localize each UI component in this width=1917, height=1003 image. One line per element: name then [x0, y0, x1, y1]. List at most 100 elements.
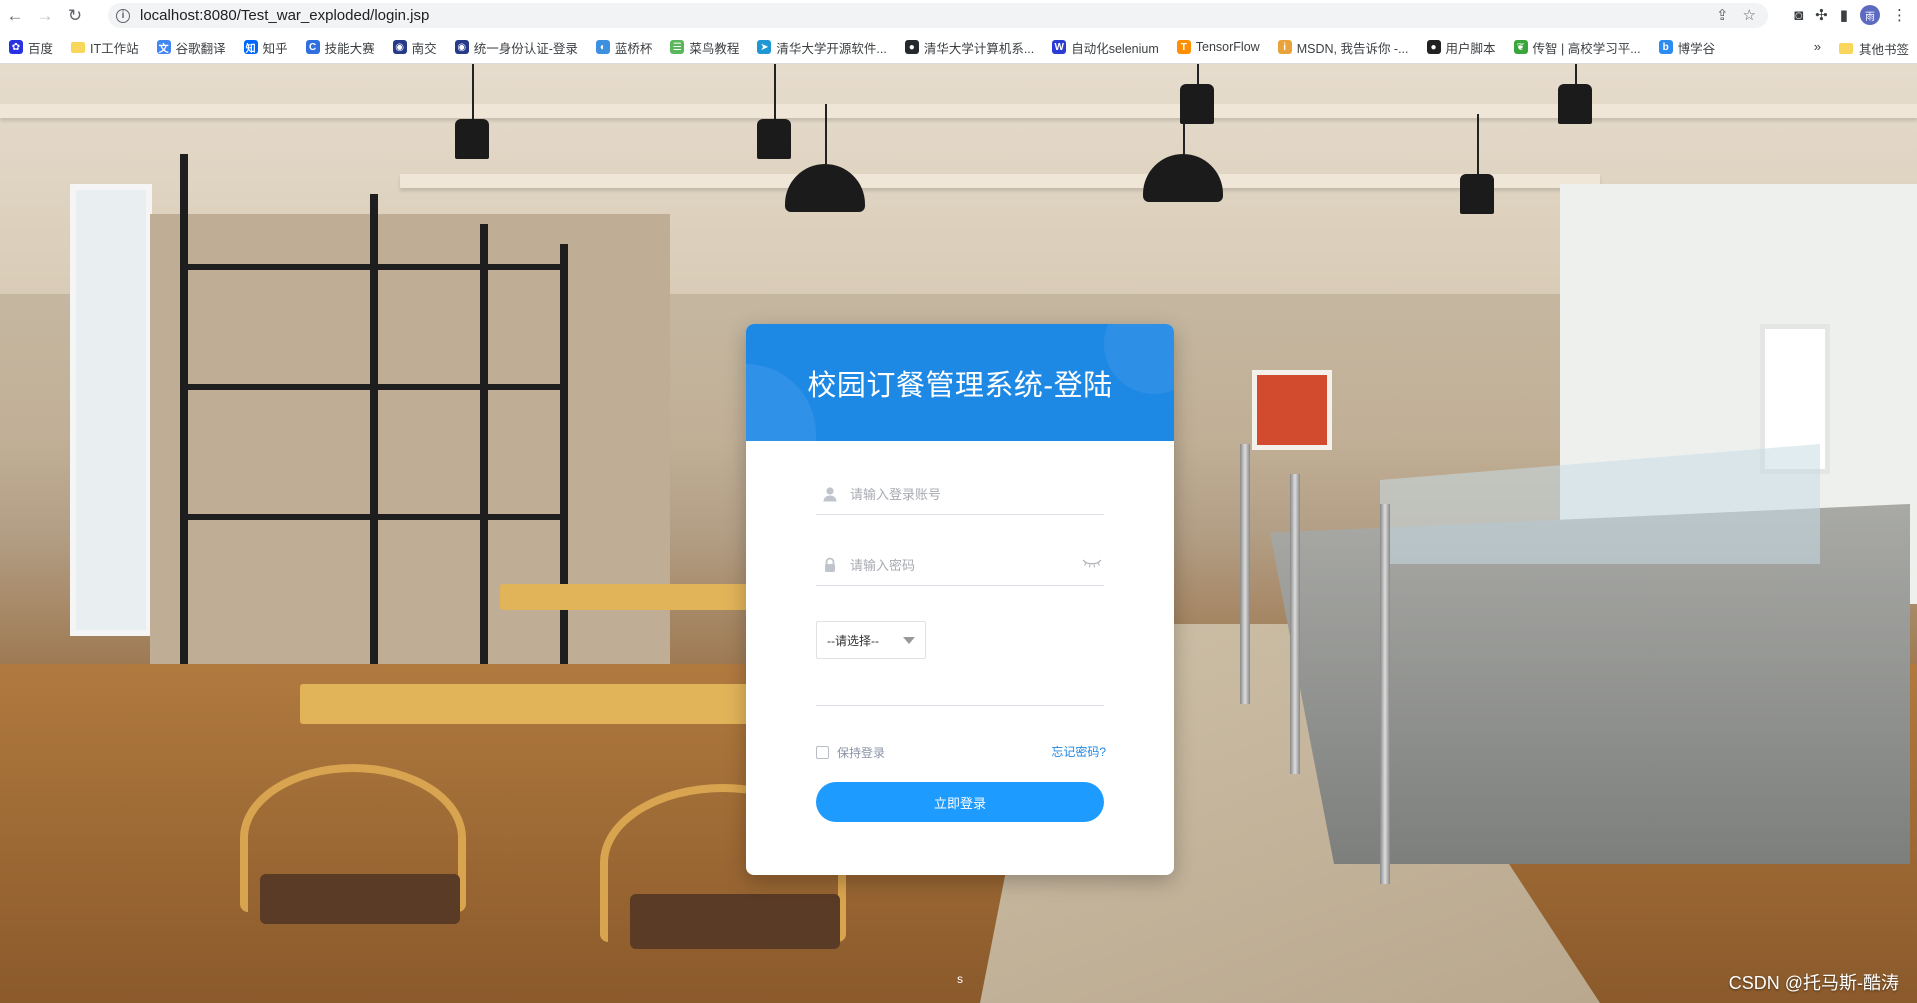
- shelf-row: [180, 264, 560, 270]
- background-lamp: [1460, 114, 1494, 214]
- lanqiao-icon: ◐: [595, 40, 610, 54]
- folder-icon: [71, 41, 86, 53]
- account-input[interactable]: [848, 485, 1072, 503]
- background-pole: [1240, 444, 1250, 704]
- menu-dots-icon[interactable]: ⋮: [1892, 6, 1907, 24]
- skill-icon: C: [305, 40, 320, 54]
- bookmark-item[interactable]: ✿ 百度: [0, 38, 62, 57]
- url-text[interactable]: localhost:8080/Test_war_exploded/login.j…: [140, 7, 429, 24]
- password-input[interactable]: [848, 556, 1072, 574]
- login-button[interactable]: 立即登录: [816, 782, 1104, 822]
- background-lamp: [455, 64, 489, 159]
- bookmark-item[interactable]: ◉ 统一身份认证-登录: [446, 38, 587, 57]
- bookmark-item[interactable]: IT工作站: [62, 38, 148, 57]
- eye-closed-icon[interactable]: [1082, 557, 1102, 573]
- w-icon: W: [1052, 40, 1067, 54]
- paw-icon: ✿: [9, 40, 23, 54]
- puzzle-icon[interactable]: ✣: [1815, 6, 1828, 24]
- runoob-icon: ☰: [670, 40, 685, 54]
- remember-checkbox[interactable]: [816, 746, 829, 759]
- extension-glasses-icon[interactable]: ◙: [1794, 7, 1803, 24]
- remember-label: 保持登录: [837, 746, 886, 760]
- account-field[interactable]: [816, 474, 1104, 515]
- bookmark-item[interactable]: ● 用户脚本: [1418, 38, 1505, 57]
- forgot-password-link[interactable]: 忘记密码?: [1051, 743, 1106, 760]
- background-wall-picture: [1252, 370, 1332, 450]
- star-icon[interactable]: ☆: [1743, 6, 1756, 24]
- login-card: 校园订餐管理系统-登陆 --请选择-- 保持登录 忘记密码?: [746, 324, 1174, 875]
- chevron-down-icon: [903, 637, 915, 644]
- address-bar[interactable]: i localhost:8080/Test_war_exploded/login…: [108, 3, 1768, 28]
- bookmark-item[interactable]: T TensorFlow: [1168, 40, 1269, 54]
- boxuegu-icon: b: [1658, 40, 1673, 54]
- zhihu-icon: 知: [243, 40, 258, 55]
- bookmark-label: 技能大赛: [324, 41, 375, 56]
- bookmark-item[interactable]: 文谷歌翻译: [148, 38, 235, 57]
- background-table: [300, 684, 760, 724]
- bookmark-item[interactable]: ➤ 清华大学开源软件...: [748, 38, 895, 57]
- bookmark-label: 自动化selenium: [1071, 41, 1159, 56]
- bookmark-item[interactable]: ● 清华大学计算机系...: [896, 38, 1043, 57]
- bookmark-item[interactable]: 知知乎: [235, 38, 297, 57]
- reload-icon[interactable]: ↻: [60, 0, 90, 31]
- login-card-header: 校园订餐管理系统-登陆: [746, 324, 1174, 441]
- site-info-icon[interactable]: i: [116, 8, 130, 23]
- other-bookmarks[interactable]: 其他书签: [1838, 39, 1909, 58]
- bookmark-label: TensorFlow: [1195, 40, 1260, 54]
- background-lamp: [1558, 64, 1592, 124]
- bookmark-item[interactable]: ☰ 菜鸟教程: [661, 38, 748, 57]
- address-bar-actions: ⇪ ☆: [1716, 6, 1756, 24]
- bookmark-label: MSDN, 我告诉你 -...: [1296, 41, 1409, 56]
- remember-me[interactable]: 保持登录: [816, 744, 885, 761]
- watermark: CSDN @托马斯-酷涛: [1728, 973, 1899, 993]
- role-select[interactable]: --请选择--: [816, 621, 926, 659]
- background-pole: [1290, 474, 1300, 774]
- forward-arrow-icon[interactable]: →: [30, 0, 60, 31]
- shelf-row: [180, 514, 560, 520]
- bookmark-label: 统一身份认证-登录: [473, 41, 578, 56]
- browser-toolbar: ← → ↻ i localhost:8080/Test_war_exploded…: [0, 0, 1917, 31]
- bookmark-label: 菜鸟教程: [689, 41, 740, 56]
- bookmark-item[interactable]: i MSDN, 我告诉你 -...: [1269, 38, 1418, 57]
- script-icon: ●: [1426, 40, 1441, 54]
- background-pole: [1380, 504, 1390, 884]
- extension-area: ◙ ✣ ▮ 雨 ⋮: [1794, 5, 1907, 25]
- ceiling-beam: [0, 104, 1917, 118]
- tuna-icon: ➤: [757, 40, 772, 54]
- password-field[interactable]: [816, 545, 1104, 586]
- lock-icon: [820, 555, 840, 575]
- bookmark-item[interactable]: ❦ 传智 | 高校学习平...: [1505, 38, 1650, 57]
- auth-icon: ◉: [454, 40, 469, 54]
- background-lamp: [757, 64, 791, 159]
- bookmark-label: IT工作站: [90, 41, 139, 56]
- back-arrow-icon[interactable]: ←: [0, 0, 30, 31]
- bookmark-label: 用户脚本: [1445, 41, 1496, 56]
- shelf-row: [180, 384, 560, 390]
- bookmark-item[interactable]: W 自动化selenium: [1043, 38, 1168, 57]
- shelf-post: [480, 224, 488, 704]
- folder-icon: [1838, 43, 1853, 54]
- form-divider: [816, 705, 1104, 706]
- bookmark-label: 清华大学开源软件...: [776, 41, 887, 56]
- header-decoration: [1104, 324, 1174, 394]
- login-title: 校园订餐管理系统-登陆: [807, 369, 1113, 402]
- page-mark: s: [957, 972, 963, 986]
- msdn-icon: i: [1277, 40, 1292, 54]
- page-viewport: 校园订餐管理系统-登陆 --请选择-- 保持登录 忘记密码?: [0, 64, 1917, 1003]
- background-chair-seat: [260, 874, 460, 924]
- bookmark-item[interactable]: C 技能大赛: [297, 38, 384, 57]
- bookmark-label: 博学谷: [1677, 41, 1716, 56]
- profile-avatar[interactable]: 雨: [1860, 5, 1880, 25]
- background-lamp: [1180, 64, 1214, 124]
- bookmark-item[interactable]: ◐ 蓝桥杯: [587, 38, 662, 57]
- bookmarks-overflow-button[interactable]: »: [1814, 39, 1821, 54]
- tensorflow-icon: T: [1176, 40, 1191, 54]
- side-panel-icon[interactable]: ▮: [1840, 6, 1848, 24]
- bookmark-item[interactable]: ◉ 南交: [384, 38, 446, 57]
- translate-icon: 文: [156, 40, 171, 55]
- ceiling-beam: [400, 174, 1600, 188]
- share-icon[interactable]: ⇪: [1716, 6, 1729, 24]
- header-decoration: [746, 364, 816, 441]
- bookmark-label: 知乎: [262, 41, 288, 56]
- bookmark-item[interactable]: b 博学谷: [1650, 38, 1725, 57]
